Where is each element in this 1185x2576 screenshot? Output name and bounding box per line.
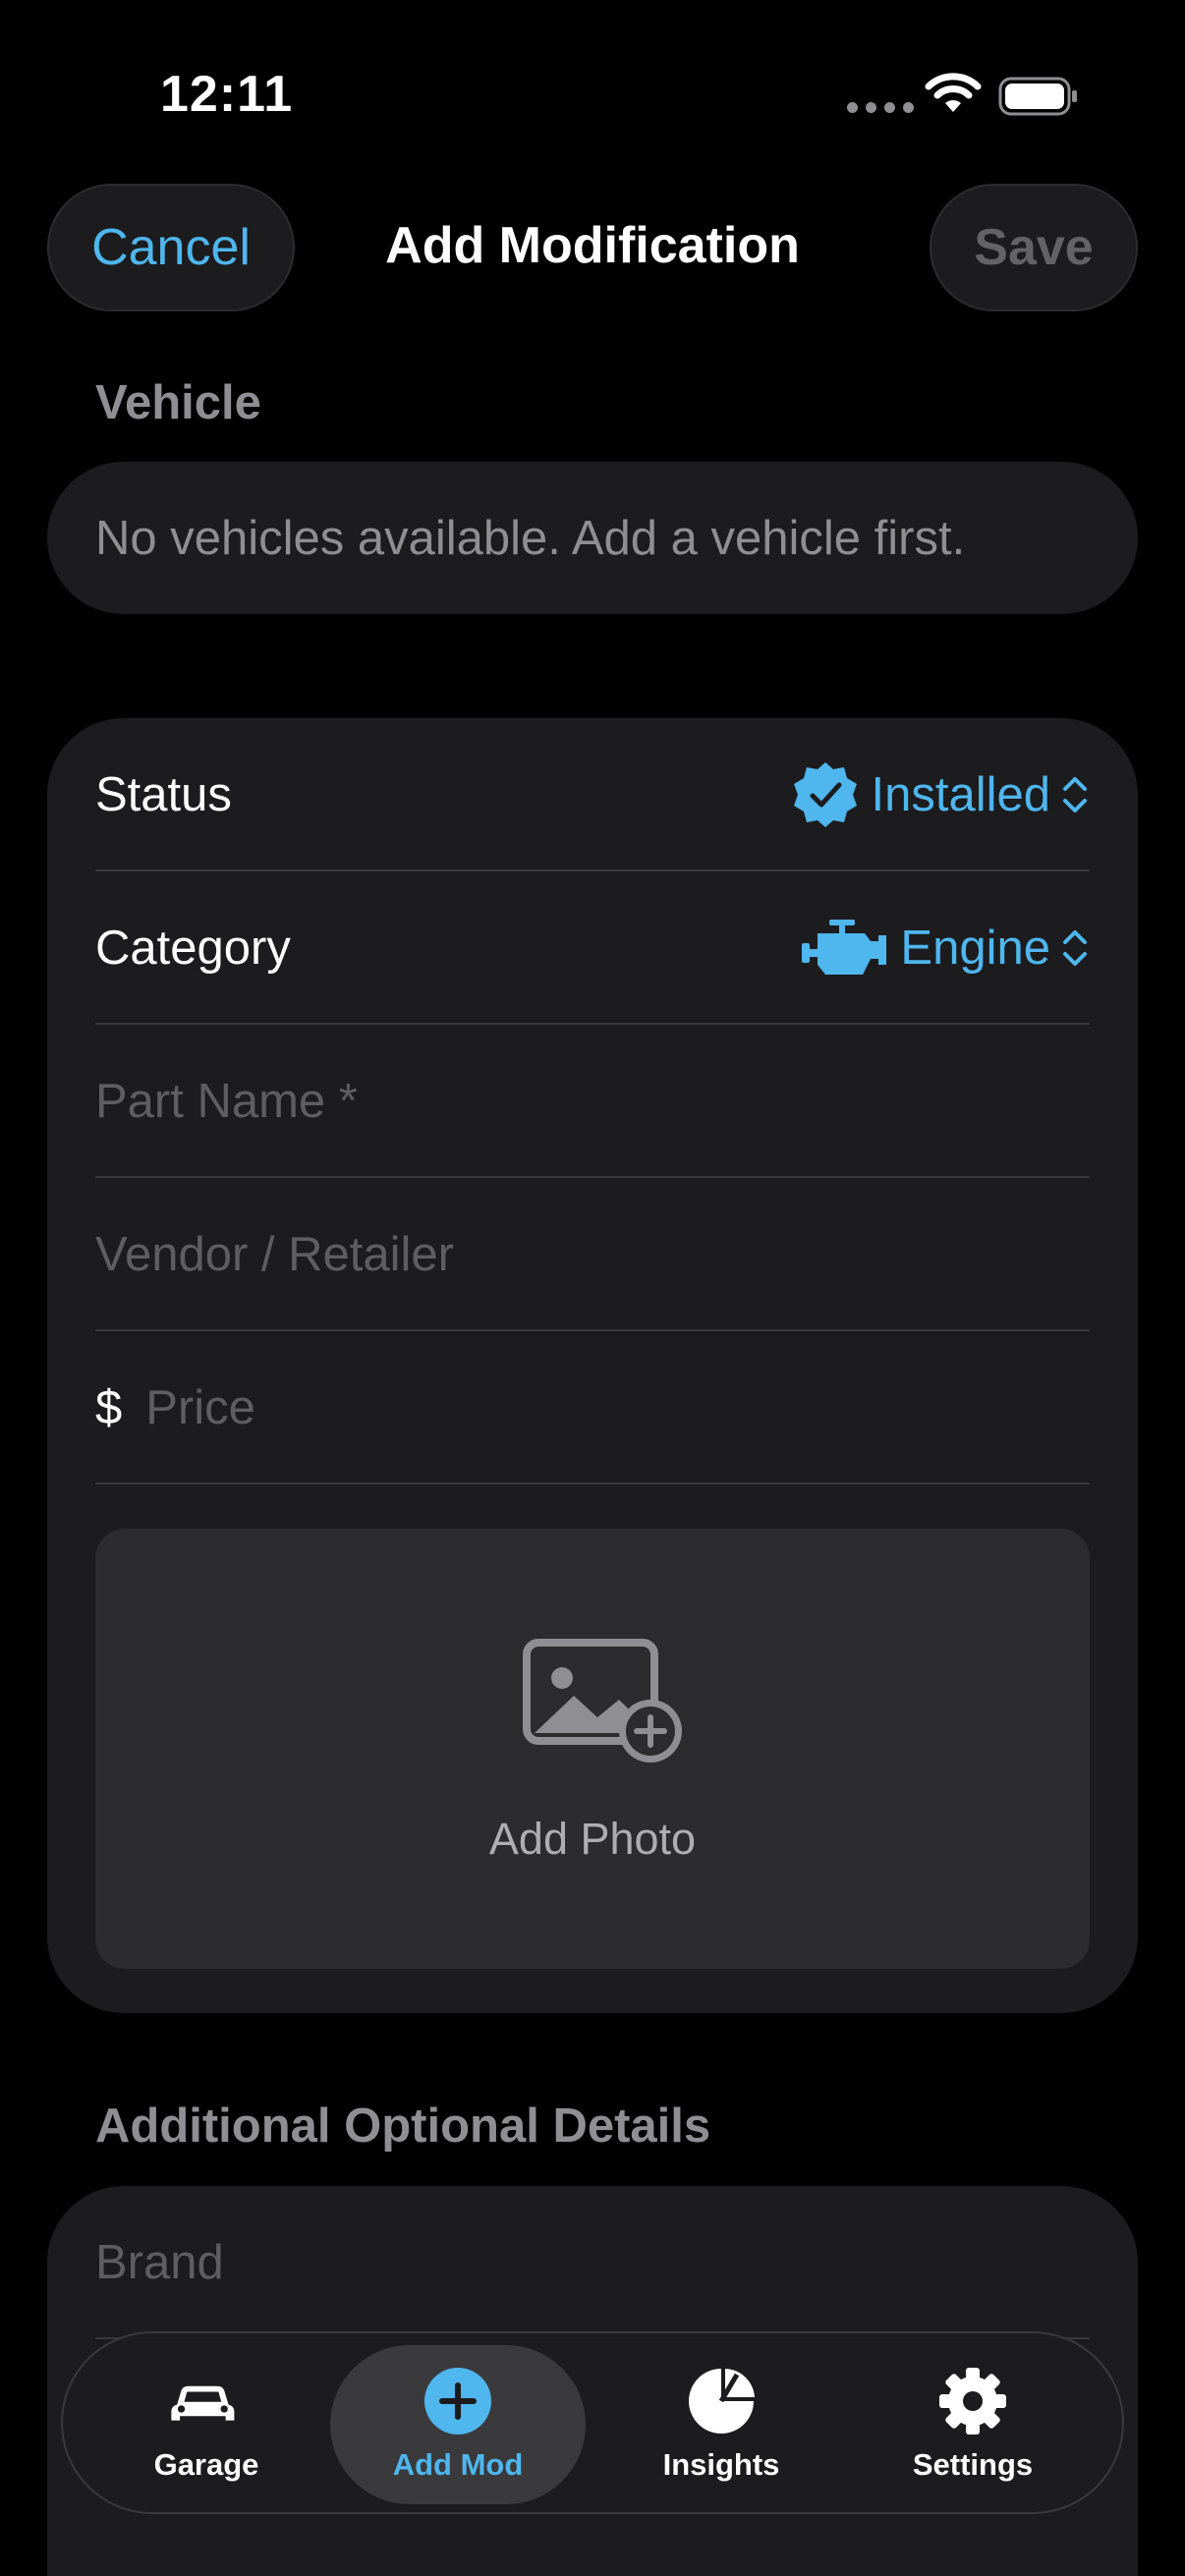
- tab-settings[interactable]: Settings: [845, 2345, 1100, 2504]
- currency-symbol: $: [95, 1381, 123, 1434]
- status-value: Installed: [871, 768, 1050, 821]
- tab-add-mod-label: Add Mod: [392, 2447, 524, 2482]
- part-name-placeholder: Part Name *: [95, 1075, 358, 1128]
- battery-icon: [998, 77, 1077, 116]
- verified-badge-icon: [794, 762, 858, 827]
- save-button[interactable]: Save: [930, 184, 1138, 311]
- status-time: 12:11: [160, 66, 294, 123]
- gear-icon: [939, 2368, 1006, 2435]
- vendor-placeholder: Vendor / Retailer: [95, 1228, 454, 1281]
- page-title: Add Modification: [385, 217, 800, 274]
- brand-placeholder: Brand: [95, 2236, 224, 2289]
- add-photo-button[interactable]: Add Photo: [95, 1529, 1090, 1969]
- tab-settings-label: Settings: [912, 2447, 1034, 2482]
- vehicle-section-label: Vehicle: [95, 376, 261, 429]
- vehicle-empty-text: No vehicles available. Add a vehicle fir…: [95, 511, 966, 565]
- engine-icon: [802, 920, 887, 975]
- add-photo-label: Add Photo: [488, 1814, 697, 1864]
- tab-add-mod[interactable]: Add Mod: [330, 2345, 586, 2504]
- tab-insights[interactable]: Insights: [593, 2345, 849, 2504]
- brand-field[interactable]: Brand: [95, 2186, 1090, 2339]
- status-label: Status: [95, 768, 232, 821]
- vehicle-picker[interactable]: No vehicles available. Add a vehicle fir…: [47, 462, 1138, 614]
- cellular-signal-icon: [847, 102, 914, 113]
- category-row[interactable]: Category Engine: [95, 871, 1090, 1025]
- chevron-up-down-icon: [1063, 930, 1087, 966]
- status-bar: 12:11: [0, 0, 1185, 187]
- plus-circle-icon: [424, 2368, 491, 2435]
- tab-insights-label: Insights: [662, 2447, 780, 2482]
- price-placeholder: Price: [145, 1381, 255, 1434]
- category-picker[interactable]: Engine: [800, 918, 1090, 979]
- wifi-icon: [925, 73, 982, 112]
- vendor-field[interactable]: Vendor / Retailer: [95, 1178, 1090, 1331]
- car-icon: [171, 2385, 235, 2421]
- cancel-button[interactable]: Cancel: [47, 184, 295, 311]
- chevron-up-down-icon: [1063, 777, 1087, 812]
- additional-section-label: Additional Optional Details: [95, 2100, 711, 2153]
- part-name-field[interactable]: Part Name *: [95, 1025, 1090, 1178]
- category-value: Engine: [900, 922, 1050, 975]
- tab-bar: Garage Add Mod Insights Settings: [61, 2331, 1124, 2514]
- category-label: Category: [95, 922, 291, 975]
- status-picker[interactable]: Installed: [790, 759, 1090, 830]
- price-field[interactable]: $ Price: [95, 1331, 1090, 1484]
- add-photo-icon: [523, 1639, 682, 1763]
- modification-form-card: Status Installed Category Engine Part Na…: [47, 718, 1138, 2013]
- status-row[interactable]: Status Installed: [95, 718, 1090, 871]
- pie-chart-icon: [689, 2369, 755, 2434]
- tab-garage[interactable]: Garage: [79, 2345, 334, 2504]
- tab-garage-label: Garage: [153, 2447, 259, 2482]
